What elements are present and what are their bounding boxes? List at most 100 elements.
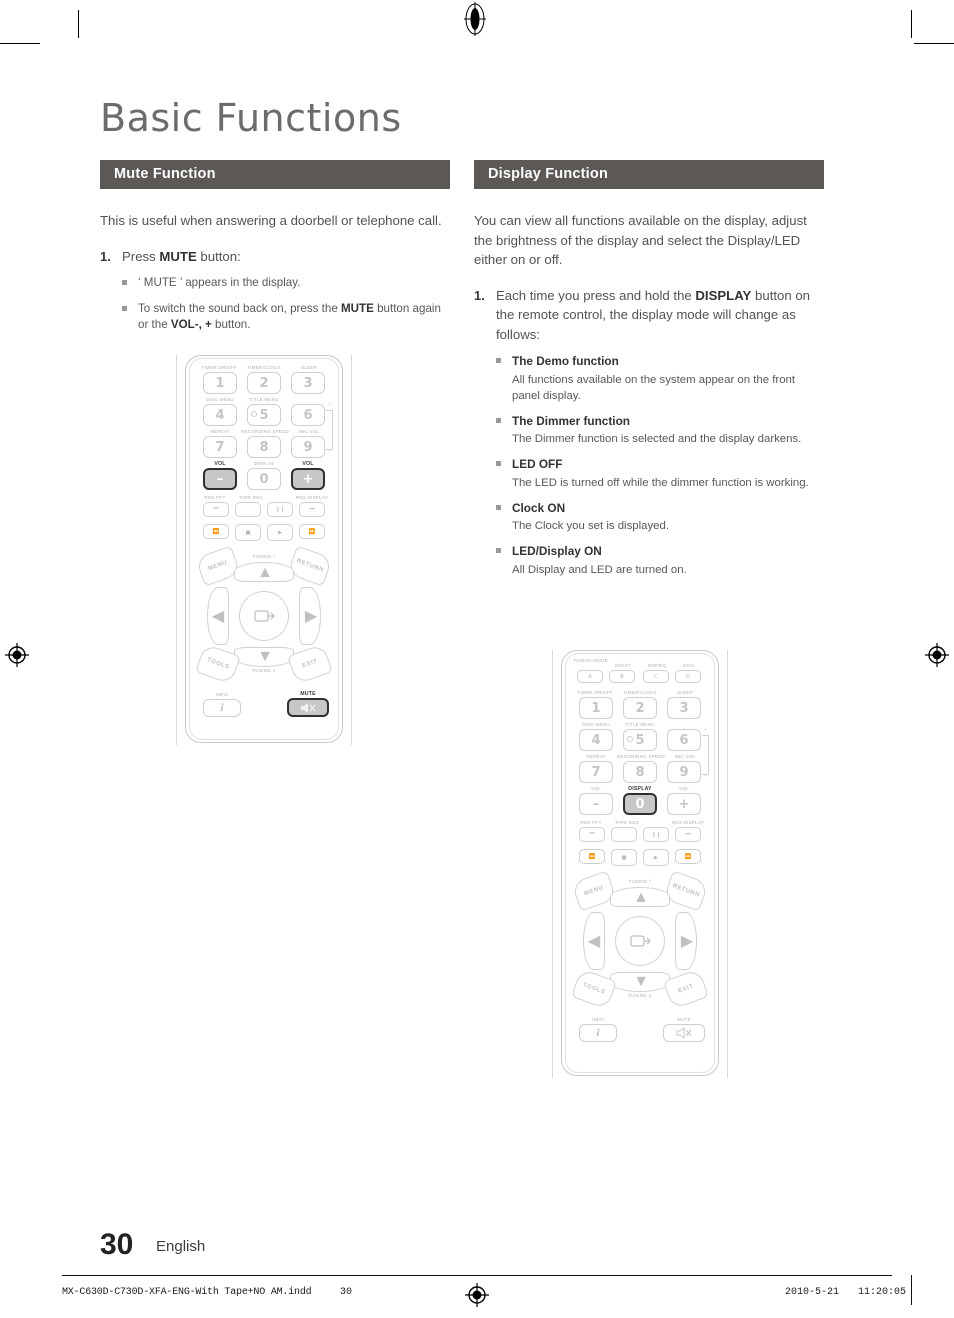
key-vol-minus[interactable]: – bbox=[579, 793, 613, 815]
key-a[interactable]: A bbox=[577, 670, 603, 683]
key-label-timer-clock: TIMER/CLOCK bbox=[623, 690, 657, 695]
key-stop[interactable]: ■ bbox=[235, 524, 261, 541]
key-1[interactable]: 1 bbox=[579, 697, 613, 719]
key-pause[interactable]: ❙❙ bbox=[643, 827, 669, 842]
mute-sublist: ‘ MUTE ’ appears in the display. To swit… bbox=[122, 275, 450, 334]
key-2[interactable]: 2 bbox=[247, 372, 281, 394]
key-label-display: DISPLAY bbox=[253, 461, 275, 466]
sub-item: ‘ MUTE ’ appears in the display. bbox=[122, 275, 450, 292]
key-4[interactable]: 4 bbox=[203, 404, 237, 426]
key-label-recording-speed: RECORDING SPEED bbox=[241, 429, 289, 434]
key-info[interactable]: i bbox=[203, 699, 241, 717]
key-pause[interactable]: ❙❙ bbox=[267, 502, 293, 517]
sub-item-title: LED/Display ON bbox=[512, 544, 602, 558]
key-next-track[interactable]: ⏭ bbox=[675, 827, 701, 842]
key-8[interactable]: 8 bbox=[623, 761, 657, 783]
dot-marker-key5-icon bbox=[627, 736, 633, 742]
key-nav-down[interactable]: ▼ bbox=[234, 647, 294, 667]
key-label-rds-pty: RDS PTY bbox=[204, 495, 226, 500]
key-0-display[interactable]: 0 bbox=[623, 793, 657, 815]
key-7[interactable]: 7 bbox=[203, 436, 237, 458]
key-nav-up[interactable]: ▲ bbox=[610, 887, 670, 907]
key-rewind[interactable]: ⏪ bbox=[203, 524, 229, 539]
key-prev-track[interactable]: ⏮ bbox=[579, 827, 605, 842]
key-label-disc-menu: DISC MENU bbox=[582, 722, 610, 727]
step-body: Press MUTE button: ‘ MUTE ’ appears in t… bbox=[122, 247, 450, 334]
key-tape-rec[interactable] bbox=[235, 502, 261, 517]
key-label-timer-onoff: TIMER ON/OFF bbox=[201, 365, 237, 370]
key-c[interactable]: C bbox=[643, 670, 669, 683]
step-number: 1. bbox=[100, 248, 111, 264]
key-mute[interactable] bbox=[663, 1024, 705, 1042]
mute-steps: 1. Press MUTE button: ‘ MUTE ’ appears i… bbox=[100, 247, 450, 334]
key-fast-forward[interactable]: ⏩ bbox=[299, 524, 325, 539]
key-menu-label: MENU bbox=[207, 559, 229, 573]
key-nav-left[interactable]: ◀ bbox=[583, 912, 605, 970]
key-play[interactable]: ▶ bbox=[643, 849, 669, 866]
key-nav-down[interactable]: ▼ bbox=[610, 972, 670, 992]
key-info[interactable]: i bbox=[579, 1024, 617, 1042]
sub-item-text: LED/Display ON All Display and LED are t… bbox=[512, 543, 824, 578]
step-body: Each time you press and hold the DISPLAY… bbox=[496, 286, 824, 578]
key-nav-right[interactable]: ▶ bbox=[675, 912, 697, 970]
key-0-display[interactable]: 0 bbox=[247, 468, 281, 490]
key-next-track[interactable]: ⏭ bbox=[299, 502, 325, 517]
key-mute[interactable] bbox=[287, 698, 329, 717]
key-d[interactable]: D bbox=[675, 670, 701, 683]
sub-item-title: LED OFF bbox=[512, 457, 563, 471]
key-fast-forward[interactable]: ⏩ bbox=[675, 849, 701, 864]
key-play[interactable]: ▶ bbox=[267, 524, 293, 541]
mic-vol-minus-label: – bbox=[704, 773, 708, 778]
key-tape-rec[interactable] bbox=[611, 827, 637, 842]
key-label-title-menu: TITLE MENU bbox=[625, 722, 655, 727]
key-enter[interactable] bbox=[239, 591, 289, 641]
square-bullet-icon bbox=[496, 456, 512, 491]
key-label-repeat: REPEAT bbox=[586, 754, 606, 759]
key-label-display: DISPLAY bbox=[628, 786, 652, 792]
key-nav-left[interactable]: ◀ bbox=[207, 587, 229, 645]
key-nav-right[interactable]: ▶ bbox=[299, 587, 321, 645]
crop-mark-top-left-h bbox=[0, 43, 40, 44]
key-vol-plus[interactable]: + bbox=[667, 793, 701, 815]
key-label-mic-vol: MIC VOL bbox=[298, 429, 320, 434]
key-label-tape-rec: TAPE REC bbox=[614, 820, 640, 825]
key-label-vol-minus: VOL bbox=[214, 461, 226, 467]
sub-item-text: ‘ MUTE ’ appears in the display. bbox=[138, 276, 301, 289]
key-2[interactable]: 2 bbox=[623, 697, 657, 719]
key-label-info: INFO bbox=[592, 1017, 604, 1022]
sub-item-desc: All functions available on the system ap… bbox=[512, 373, 796, 402]
key-7[interactable]: 7 bbox=[579, 761, 613, 783]
sub-item-title: Clock ON bbox=[512, 500, 566, 515]
key-9[interactable]: 9 bbox=[291, 436, 325, 458]
key-8[interactable]: 8 bbox=[247, 436, 281, 458]
key-nav-up[interactable]: ▲ bbox=[234, 562, 294, 582]
sub-item-text: The Dimmer function The Dimmer function … bbox=[512, 413, 824, 448]
key-b[interactable]: B bbox=[609, 670, 635, 683]
key-6[interactable]: 6 bbox=[291, 404, 325, 426]
key-4[interactable]: 4 bbox=[579, 729, 613, 751]
key-3[interactable]: 3 bbox=[291, 372, 325, 394]
key-prev-track[interactable]: ⏮ bbox=[203, 502, 229, 517]
key-exit-label: EXIT bbox=[301, 658, 319, 670]
display-intro-text: You can view all functions available on … bbox=[474, 213, 807, 267]
display-steps: 1. Each time you press and hold the DISP… bbox=[474, 286, 824, 578]
mic-vol-minus-label: – bbox=[328, 448, 332, 453]
key-3[interactable]: 3 bbox=[667, 697, 701, 719]
key-vol-minus[interactable]: – bbox=[203, 468, 237, 490]
sub-item-title: The Demo function bbox=[512, 354, 619, 368]
key-enter[interactable] bbox=[615, 916, 665, 966]
sub-item: Clock ON The Clock you set is displayed. bbox=[496, 500, 824, 535]
key-1[interactable]: 1 bbox=[203, 372, 237, 394]
step-text: Press MUTE button: bbox=[122, 248, 241, 264]
key-6[interactable]: 6 bbox=[667, 729, 701, 751]
key-stop[interactable]: ■ bbox=[611, 849, 637, 866]
sub-item-title: The Dimmer function bbox=[512, 413, 630, 428]
key-9[interactable]: 9 bbox=[667, 761, 701, 783]
figure-frame: TUNING MODE MO/ST DSP/EQ GIGA A B C D TI… bbox=[552, 650, 728, 1078]
mute-intro-text: This is useful when answering a doorbell… bbox=[100, 213, 442, 228]
footer-page-ref: 30 bbox=[340, 1287, 353, 1298]
key-return-label: RETURN bbox=[671, 883, 701, 899]
remote-control-figure-mute: TIMER ON/OFF TIMER/CLOCK SLEEP 1 2 3 DIS… bbox=[176, 355, 352, 745]
key-vol-plus[interactable]: + bbox=[291, 468, 325, 490]
key-rewind[interactable]: ⏪ bbox=[579, 849, 605, 864]
